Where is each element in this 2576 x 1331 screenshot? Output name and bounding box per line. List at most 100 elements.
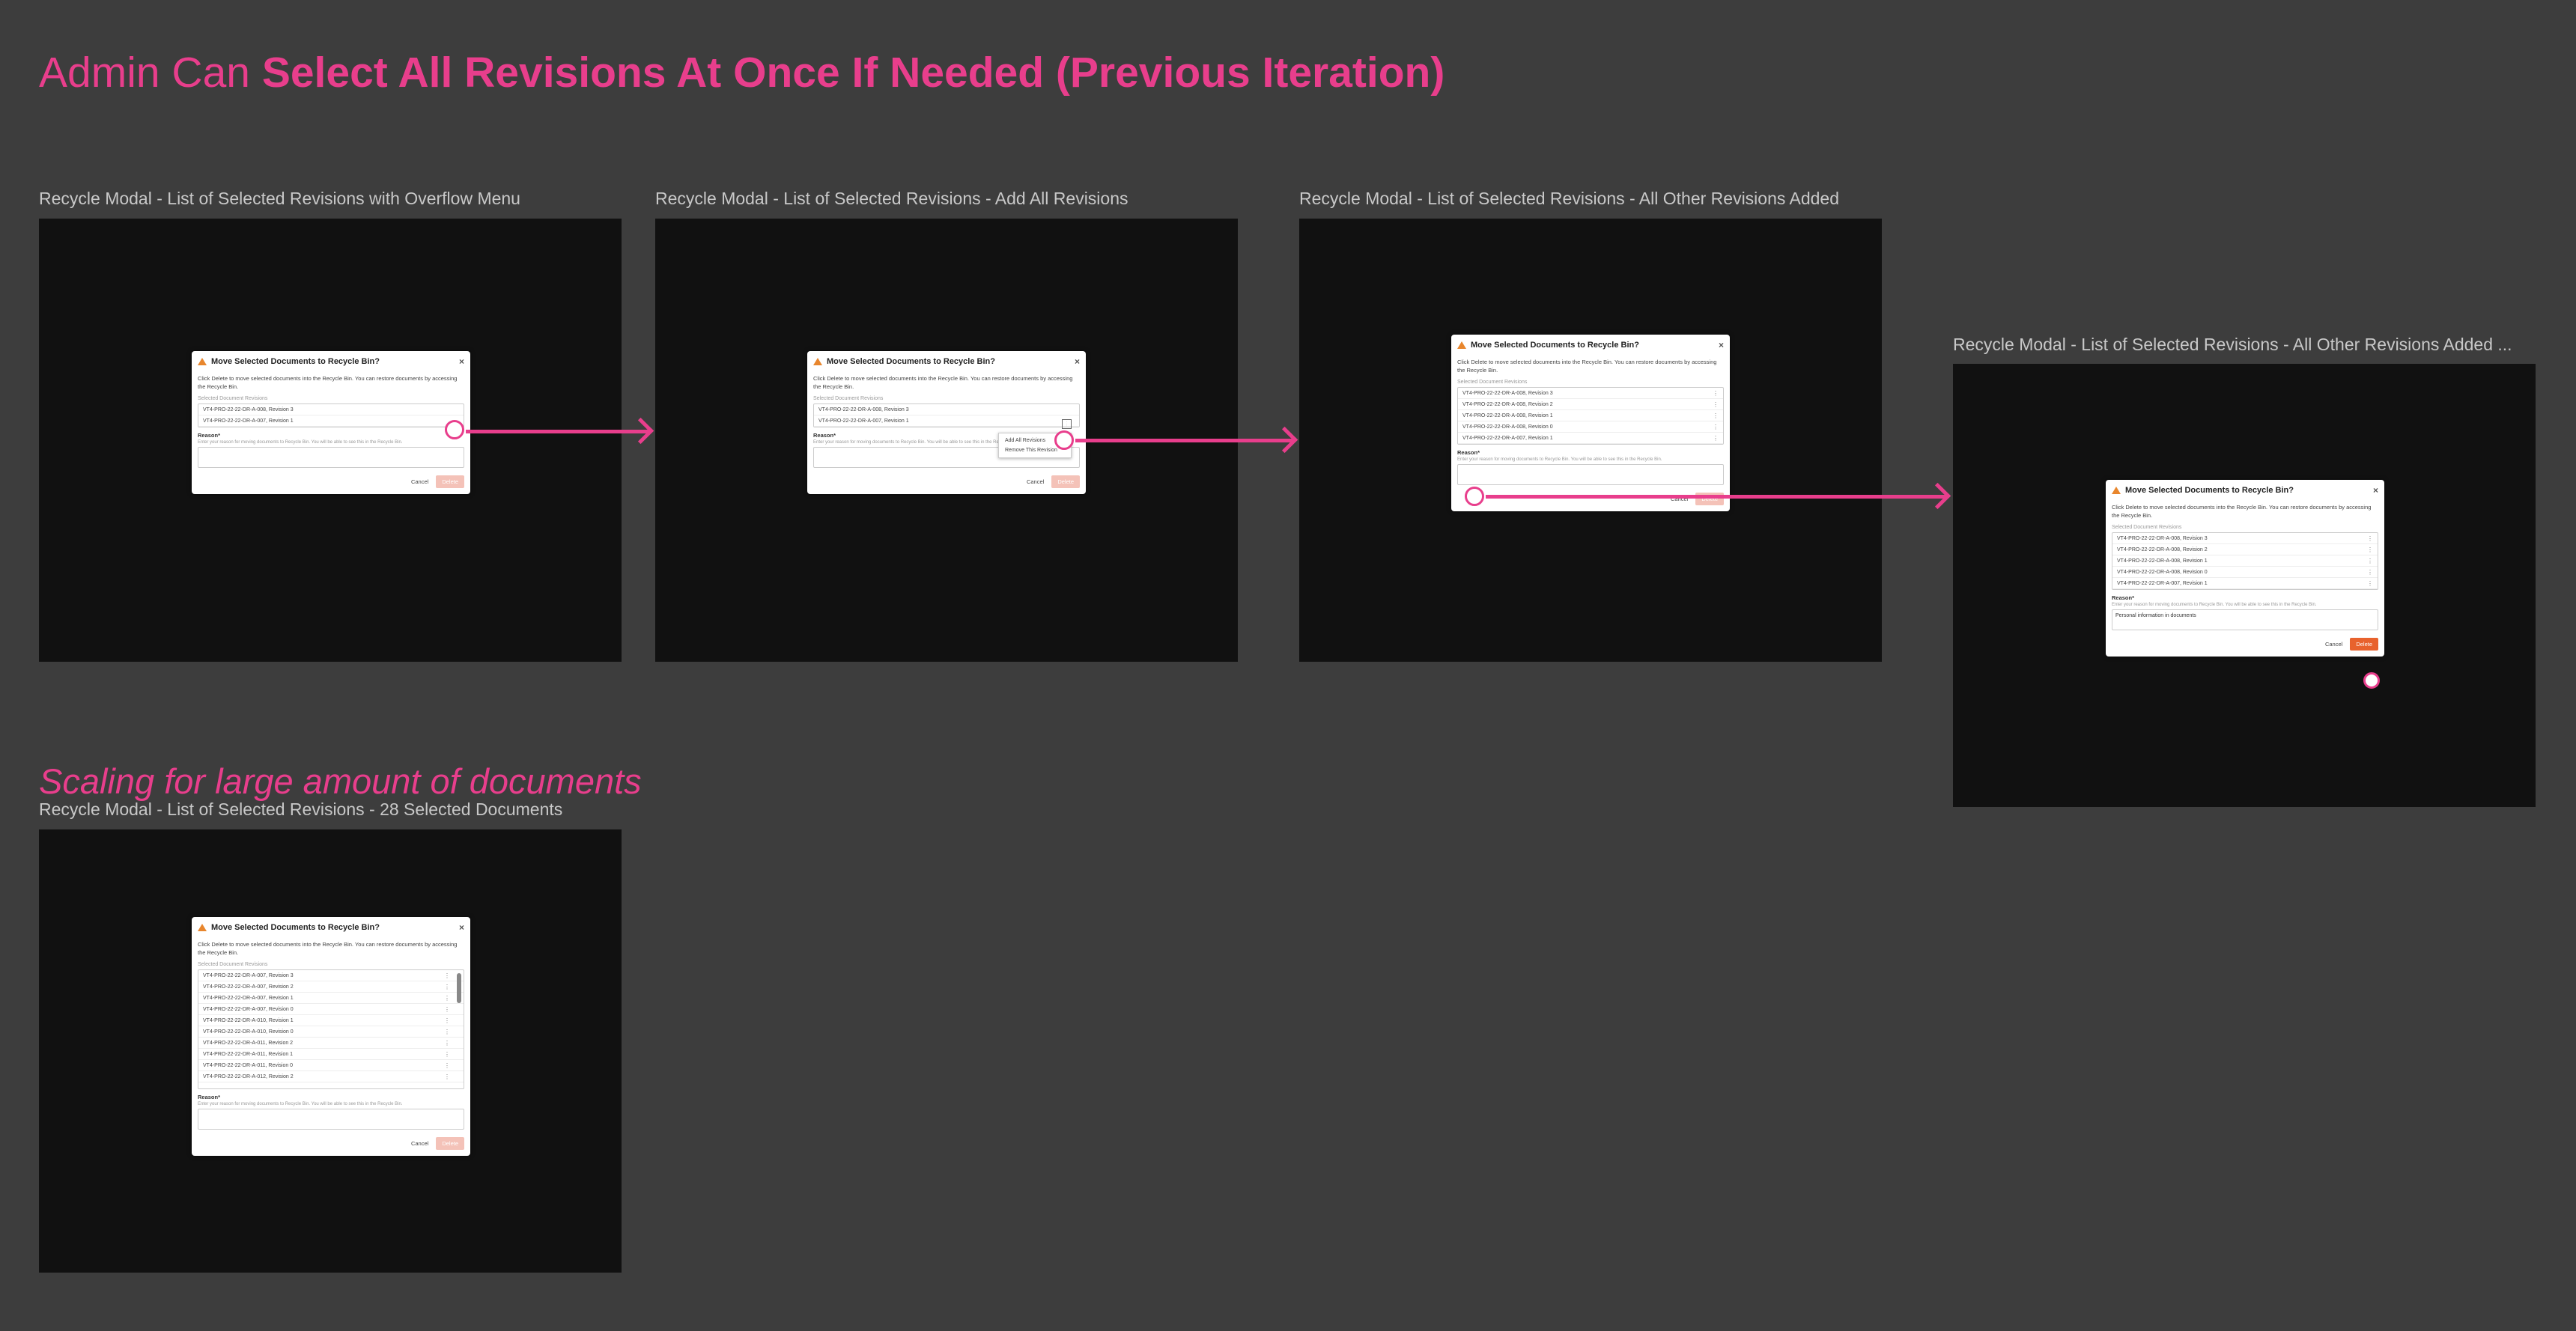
cancel-button[interactable]: Cancel <box>2325 641 2342 648</box>
list-item: VT4-PRO-22-22-DR-A-011, Revision 2 ⋮ <box>198 1038 464 1049</box>
modal-description: Click Delete to move selected documents … <box>813 375 1073 390</box>
heading-bold: Select All Revisions At Once If Needed (… <box>261 49 1445 97</box>
list-item: VT4-PRO-22-22-DR-A-011, Revision 1 ⋮ <box>198 1049 464 1060</box>
frame-label-added: Recycle Modal - List of Selected Revisio… <box>1299 189 1839 208</box>
recycle-modal-1: Move Selected Documents to Recycle Bin? ×… <box>192 351 470 494</box>
revision-name: VT4-PRO-22-22-DR-A-008, Revision 2 <box>1462 401 1553 407</box>
revision-name: VT4-PRO-22-22-DR-A-011, Revision 0 <box>203 1062 294 1068</box>
list-item: VT4-PRO-22-22-DR-A-007, Revision 1 ⋮ <box>2112 578 2378 589</box>
list-item: VT4-PRO-22-22-DR-A-008, Revision 0 ⋮ <box>1458 421 1723 433</box>
revision-name: VT4-PRO-22-22-DR-A-011, Revision 2 <box>203 1040 294 1046</box>
overflow-menu-button[interactable]: ⋮ <box>1062 419 1072 429</box>
section-heading-scaling: Scaling for large amount of documents <box>39 761 642 801</box>
revision-name: VT4-PRO-22-22-DR-A-008, Revision 1 <box>2117 558 2208 564</box>
revision-name: VT4-PRO-22-22-DR-A-008, Revision 3 <box>1462 390 1553 396</box>
kebab-icon[interactable]: ⋮ <box>444 1062 450 1069</box>
revision-name: VT4-PRO-22-22-DR-A-007, Revision 2 <box>203 984 294 990</box>
warning-icon <box>1457 341 1466 349</box>
list-item: VT4-PRO-22-22-DR-A-008, Revision 0 ⋮ <box>2112 567 2378 578</box>
click-cursor-icon <box>2363 672 2380 689</box>
list-item: VT4-PRO-22-22-DR-A-007, Revision 3 ⋮ <box>198 970 464 981</box>
modal-description: Click Delete to move selected documents … <box>198 941 458 956</box>
modal-description: Click Delete to move selected documents … <box>1457 359 1717 374</box>
list-label: Selected Document Revisions <box>2112 525 2182 530</box>
flow-arrow <box>1486 495 1945 499</box>
kebab-icon[interactable]: ⋮ <box>444 1017 450 1024</box>
revision-name: VT4-PRO-22-22-DR-A-008, Revision 3 <box>2117 535 2208 541</box>
revision-list: VT4-PRO-22-22-DR-A-008, Revision 3 ⋮ VT4-… <box>1457 387 1724 445</box>
list-item: VT4-PRO-22-22-DR-A-007, Revision 1 <box>814 415 1079 427</box>
kebab-icon[interactable]: ⋮ <box>444 1006 450 1013</box>
kebab-icon[interactable]: ⋮ <box>444 995 450 1002</box>
list-item: VT4-PRO-22-22-DR-A-008, Revision 2 ⋮ <box>2112 544 2378 555</box>
recycle-modal-28: Move Selected Documents to Recycle Bin? ×… <box>192 917 470 1156</box>
kebab-icon[interactable]: ⋮ <box>444 984 450 990</box>
kebab-icon[interactable]: ⋮ <box>2367 535 2373 542</box>
close-icon[interactable]: × <box>1075 356 1080 367</box>
cancel-button[interactable]: Cancel <box>1027 478 1044 485</box>
reason-hint: Enter your reason for moving documents t… <box>198 1102 403 1106</box>
kebab-icon[interactable]: ⋮ <box>444 1073 450 1080</box>
close-icon[interactable]: × <box>2373 485 2378 496</box>
list-label: Selected Document Revisions <box>813 396 884 401</box>
revision-name: VT4-PRO-22-22-DR-A-007, Revision 1 <box>203 418 294 424</box>
frame-label-add-all: Recycle Modal - List of Selected Revisio… <box>655 189 1128 208</box>
revision-name: VT4-PRO-22-22-DR-A-010, Revision 1 <box>203 1017 294 1023</box>
reason-label: Reason* <box>2112 594 2135 601</box>
revision-name: VT4-PRO-22-22-DR-A-008, Revision 0 <box>1462 424 1553 430</box>
kebab-icon[interactable]: ⋮ <box>2367 546 2373 553</box>
kebab-icon[interactable]: ⋮ <box>444 972 450 979</box>
delete-button[interactable]: Delete <box>1051 475 1080 488</box>
kebab-icon[interactable]: ⋮ <box>1713 435 1719 442</box>
cancel-button[interactable]: Cancel <box>411 478 428 485</box>
page-heading: Admin Can Select All Revisions At Once I… <box>39 46 1445 99</box>
list-item: VT4-PRO-22-22-DR-A-007, Revision 0 ⋮ <box>198 1004 464 1015</box>
kebab-icon[interactable]: ⋮ <box>444 1029 450 1035</box>
kebab-icon[interactable]: ⋮ <box>1713 390 1719 397</box>
click-cursor-icon <box>445 420 464 439</box>
kebab-icon[interactable]: ⋮ <box>2367 569 2373 576</box>
revision-list: VT4-PRO-22-22-DR-A-008, Revision 3 VT4-P… <box>813 403 1080 427</box>
revision-name: VT4-PRO-22-22-DR-A-012, Revision 2 <box>203 1073 294 1079</box>
reason-textarea[interactable] <box>198 447 464 468</box>
kebab-icon[interactable]: ⋮ <box>2367 558 2373 564</box>
list-label: Selected Document Revisions <box>198 396 268 401</box>
delete-button[interactable]: Delete <box>2350 638 2378 651</box>
delete-button[interactable]: Delete <box>436 1137 464 1150</box>
cancel-button[interactable]: Cancel <box>411 1140 428 1147</box>
flow-arrow <box>466 430 648 433</box>
list-item: VT4-PRO-22-22-DR-A-008, Revision 3 ⋮ <box>2112 533 2378 544</box>
revision-name: VT4-PRO-22-22-DR-A-008, Revision 1 <box>1462 412 1553 418</box>
list-item: VT4-PRO-22-22-DR-A-010, Revision 0 ⋮ <box>198 1026 464 1038</box>
kebab-icon[interactable]: ⋮ <box>1713 401 1719 408</box>
kebab-icon[interactable]: ⋮ <box>2367 580 2373 587</box>
revision-name: VT4-PRO-22-22-DR-A-008, Revision 2 <box>2117 546 2208 552</box>
kebab-icon[interactable]: ⋮ <box>1713 424 1719 430</box>
click-cursor-icon <box>1054 430 1074 450</box>
list-item: VT4-PRO-22-22-DR-A-008, Revision 1 ⋮ <box>1458 410 1723 421</box>
kebab-icon[interactable]: ⋮ <box>444 1051 450 1058</box>
warning-icon <box>2112 487 2121 494</box>
list-item: VT4-PRO-22-22-DR-A-012, Revision 2 ⋮ <box>198 1071 464 1082</box>
list-item: VT4-PRO-22-22-DR-A-008, Revision 2 ⋮ <box>1458 399 1723 410</box>
list-scrollbar[interactable] <box>457 973 461 1003</box>
delete-button[interactable]: Delete <box>436 475 464 488</box>
list-item: VT4-PRO-22-22-DR-A-008, Revision 3 <box>198 404 464 415</box>
reason-textarea[interactable]: Personal information in documents <box>2112 609 2378 630</box>
reason-hint: Enter your reason for moving documents t… <box>1457 457 1662 462</box>
kebab-icon[interactable]: ⋮ <box>1713 412 1719 419</box>
reason-textarea[interactable] <box>1457 464 1724 485</box>
list-label: Selected Document Revisions <box>198 962 268 967</box>
revision-list: VT4-PRO-22-22-DR-A-008, Revision 3 ⋮ VT4-… <box>2112 532 2378 590</box>
revision-name: VT4-PRO-22-22-DR-A-010, Revision 0 <box>203 1029 294 1035</box>
close-icon[interactable]: × <box>1719 340 1724 350</box>
modal-title: Move Selected Documents to Recycle Bin? <box>211 357 380 366</box>
close-icon[interactable]: × <box>459 922 464 933</box>
kebab-icon[interactable]: ⋮ <box>444 1040 450 1047</box>
modal-description: Click Delete to move selected documents … <box>198 375 458 390</box>
modal-title: Move Selected Documents to Recycle Bin? <box>827 357 995 366</box>
revision-list: VT4-PRO-22-22-DR-A-008, Revision 3 VT4-P… <box>198 403 464 427</box>
close-icon[interactable]: × <box>459 356 464 367</box>
heading-light: Admin Can <box>39 49 262 97</box>
reason-textarea[interactable] <box>198 1109 464 1130</box>
